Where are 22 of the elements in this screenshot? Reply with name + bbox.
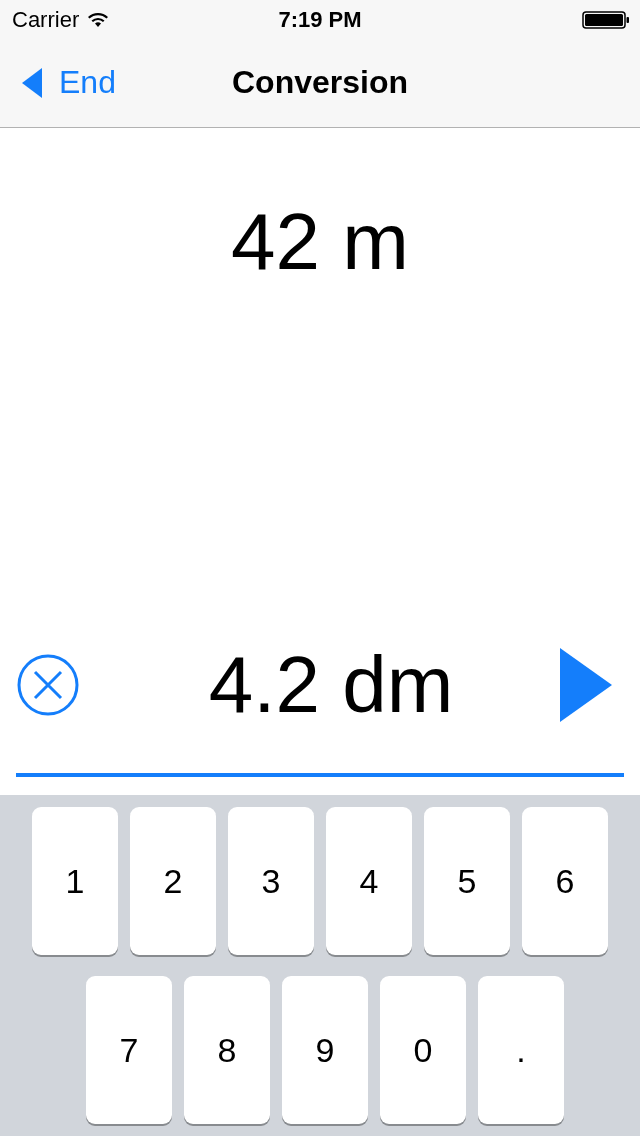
keyboard-key[interactable]: 2	[130, 807, 216, 955]
keyboard-key[interactable]: 4	[326, 807, 412, 955]
clear-icon[interactable]	[17, 654, 79, 716]
keyboard-key[interactable]: 1	[32, 807, 118, 955]
keyboard-key[interactable]: 8	[184, 976, 270, 1124]
input-field[interactable]: 4.2 dm	[208, 640, 454, 730]
carrier-label: Carrier	[12, 7, 80, 33]
battery-icon	[582, 11, 630, 29]
keyboard-key[interactable]: 0	[380, 976, 466, 1124]
wifi-icon	[87, 12, 110, 28]
keyboard-key[interactable]: 6	[522, 807, 608, 955]
keyboard-key[interactable]: 5	[424, 807, 510, 955]
keyboard-key[interactable]: 9	[282, 976, 368, 1124]
keyboard-key[interactable]: 7	[86, 976, 172, 1124]
keyboard-key[interactable]: 3	[228, 807, 314, 955]
result-value: 42 m	[231, 202, 409, 282]
clock-time: 7:19 PM	[278, 7, 362, 33]
keyboard-key[interactable]: .	[478, 976, 564, 1124]
play-icon[interactable]	[559, 647, 613, 723]
nav-title: Conversion	[232, 64, 408, 101]
back-arrow-icon	[21, 66, 43, 99]
back-button[interactable]: End	[21, 64, 116, 101]
